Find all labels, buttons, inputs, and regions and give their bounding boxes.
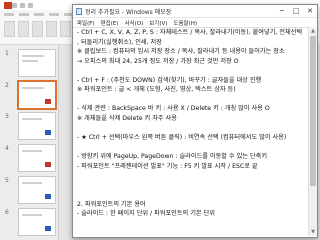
minimize-button[interactable]: ─: [275, 5, 289, 17]
slide-thumbnail[interactable]: 6: [5, 208, 56, 236]
slide-number: 1: [5, 50, 9, 57]
ribbon-tab[interactable]: [34, 12, 44, 16]
scroll-down-icon[interactable]: ▼: [309, 228, 317, 236]
ribbon-tool-button[interactable]: [32, 21, 43, 37]
slide-number: 6: [5, 209, 9, 216]
thumbnail-text-line: [22, 182, 42, 184]
customize-icon[interactable]: [28, 2, 33, 8]
slide-thumbnail-selected[interactable]: 2: [5, 80, 57, 110]
text-line: - ★ Ctrl + 선택(마우스 왼쪽 버튼 클릭) : 비연속 선택 (컴퓨…: [77, 134, 287, 142]
text-line: [77, 181, 306, 191]
menu-view[interactable]: 보기(V): [149, 19, 167, 27]
window-title: 정리 추가필요 - Windows 메모장: [85, 8, 172, 16]
text-line: → 오피스의 최대 24, 25개 정도 저장 / 가장 최근 것만 저장 O: [77, 57, 239, 65]
close-button[interactable]: ✕: [303, 5, 317, 17]
ribbon-tool-button[interactable]: [46, 21, 57, 37]
scrollbar-thumb[interactable]: [310, 36, 316, 186]
slide-number: 3: [5, 113, 9, 120]
text-line: - 삭제 관련 : BackSpace 바 키 : 사용 X / Delete …: [77, 105, 270, 113]
notepad-window: 정리 추가필요 - Windows 메모장 ─ □ ✕ 파일(F) 편집(E) …: [72, 4, 318, 238]
slide-thumbnail[interactable]: 5: [5, 176, 56, 204]
text-line: - Ctrl + F : (추천도 DOWN) 검색(찾기), 바꾸기 : 글자…: [77, 76, 262, 84]
text-line: - 파워포인트 "프레젠테이션 발표" 기능 : F5 키 발표 시작 / ES…: [77, 162, 258, 170]
text-line: [77, 95, 306, 105]
menu-file[interactable]: 파일(F): [77, 19, 95, 27]
text-line: - 슬라이드 : 한 페이지 단위 / 파워포인트의 기본 단위: [77, 210, 215, 218]
file-tab[interactable]: [4, 2, 12, 9]
notepad-text-area[interactable]: - Ctrl + C, X, V, A, Z, P, S : 자체테스트 / 복…: [73, 27, 309, 237]
text-line: - 방향키 위에 PageUp, PageDown : 슬라이드를 이동할 수 …: [77, 153, 268, 161]
thumbnail-text-line: [22, 118, 42, 120]
text-line: [77, 219, 306, 229]
text-line: ※ 파워포인트 : 글 < 개체 (도형, 사진, 영상, 텍스트 상자 등): [77, 86, 236, 94]
slide-thumbnail[interactable]: 4: [5, 144, 56, 172]
menu-edit[interactable]: 편집(E): [101, 19, 119, 27]
thumbnail-text-line: [22, 60, 38, 62]
menu-format[interactable]: 서식(O): [124, 19, 143, 27]
ribbon-tab[interactable]: [19, 12, 29, 16]
slide-thumbnail[interactable]: 1: [5, 49, 56, 77]
slide-number: 2: [5, 82, 9, 89]
slide-thumbnail-pane: 1 2 3 4 5 6: [0, 45, 59, 240]
notepad-title-bar[interactable]: 정리 추가필요 - Windows 메모장 ─ □ ✕: [73, 5, 317, 18]
notepad-app-icon: [76, 7, 82, 15]
text-line: 2. 파워포인트의 기본 용어: [77, 200, 146, 208]
text-line: ※ 개체들을 삭제 Delete 키 자주 사용: [77, 114, 177, 122]
thumbnail-shape: [45, 226, 51, 231]
thumbnail-shape: [45, 130, 51, 135]
thumbnail-shape: [45, 162, 51, 167]
redo-icon[interactable]: [20, 2, 25, 8]
slide-number: 4: [5, 145, 9, 152]
ribbon-tool-button[interactable]: [4, 21, 15, 37]
slide-number: 5: [5, 177, 9, 184]
thumbnail-text-line: [22, 87, 44, 89]
scroll-up-icon[interactable]: ▲: [309, 27, 317, 35]
text-line: [77, 143, 306, 153]
ribbon-tab[interactable]: [49, 12, 59, 16]
text-line: , 되돌리기(실행취소), 인쇄, 저장: [77, 38, 162, 46]
text-line: [77, 190, 306, 200]
slide-thumbnail[interactable]: 3: [5, 112, 56, 140]
text-line: [77, 171, 306, 181]
thumbnail-text-line: [22, 214, 42, 216]
text-line: [77, 123, 306, 133]
undo-icon[interactable]: [12, 2, 17, 8]
ribbon-tool-button[interactable]: [18, 21, 29, 37]
thumbnail-shape: [45, 194, 51, 199]
thumbnail-text-line: [22, 150, 42, 152]
maximize-button[interactable]: □: [289, 5, 303, 17]
vertical-scrollbar[interactable]: ▲ ▼: [308, 27, 317, 236]
thumbnail-text-line: [22, 55, 44, 57]
text-line: [77, 66, 306, 76]
text-line: ※ 클립보드 : 컴퓨터의 임시 저장 장소 / 복사, 잘라내기 등 내용이 …: [77, 48, 285, 56]
ribbon-tool-button[interactable]: [60, 21, 71, 37]
menu-help[interactable]: 도움말(H): [173, 19, 197, 27]
text-line: - Ctrl + C, X, V, A, Z, P, S : 자체테스트 / 복…: [77, 29, 303, 36]
ribbon-tab[interactable]: [4, 12, 14, 16]
thumbnail-shape: [45, 99, 51, 104]
